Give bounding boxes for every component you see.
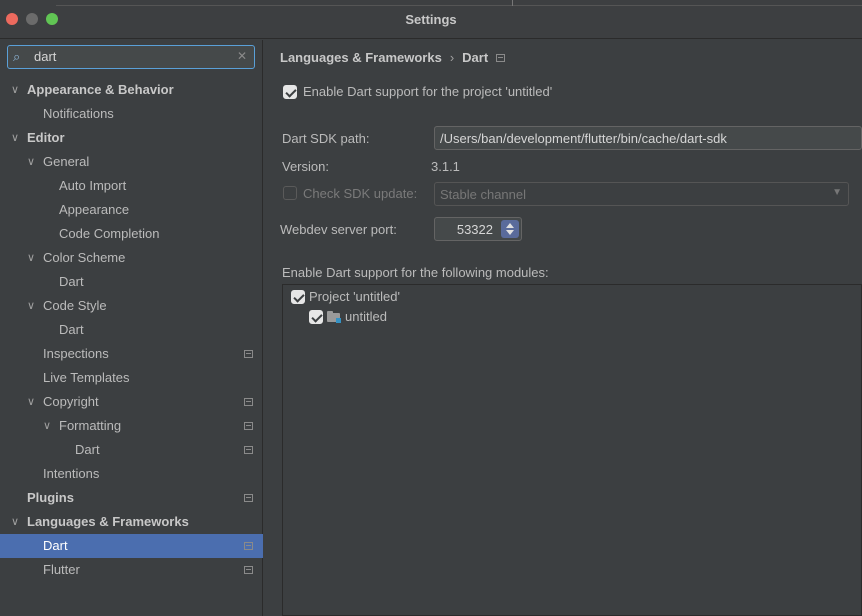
enable-dart-label[interactable]: Enable Dart support for the project 'unt…	[303, 84, 552, 99]
increment-icon[interactable]	[506, 223, 514, 228]
chevron-down-icon[interactable]: ∨	[27, 246, 35, 270]
tree-item-dart[interactable]: Dart	[0, 534, 263, 558]
chevron-down-icon[interactable]: ∨	[11, 126, 19, 150]
tree-item-appearance-behavior[interactable]: ∨ Appearance & Behavior	[0, 78, 263, 102]
chevron-down-icon[interactable]: ∨	[27, 294, 35, 318]
enable-dart-checkbox[interactable]	[283, 85, 297, 99]
tree-item-appearance[interactable]: Appearance	[0, 198, 263, 222]
settings-tree: ∨ Appearance & Behavior Notifications ∨ …	[0, 78, 263, 582]
version-value: 3.1.1	[431, 159, 460, 174]
modules-tree: Project 'untitled' untitled	[282, 284, 862, 616]
tree-item-label: Flutter	[43, 562, 80, 577]
tree-item-label: General	[43, 154, 90, 169]
webdev-port-value: 53322	[456, 222, 493, 237]
project-scope-icon	[244, 494, 253, 502]
project-module-checkbox[interactable]	[291, 290, 305, 304]
project-module-label[interactable]: Project 'untitled'	[309, 289, 400, 304]
tree-item-flutter[interactable]: Flutter	[0, 558, 263, 582]
spinner-buttons[interactable]	[501, 220, 519, 238]
tree-item-label: Dart	[43, 538, 68, 553]
decrement-icon[interactable]	[506, 230, 514, 235]
chevron-down-icon[interactable]: ∨	[11, 510, 19, 534]
untitled-module-checkbox[interactable]	[309, 310, 323, 324]
tree-item-general[interactable]: ∨ General	[0, 150, 263, 174]
tree-item-code-style-dart[interactable]: Dart	[0, 318, 263, 342]
tree-item-label: Auto Import	[59, 178, 127, 193]
tree-item-label: Code Completion	[59, 226, 160, 241]
modules-label: Enable Dart support for the following mo…	[282, 265, 549, 280]
tree-item-label: Copyright	[43, 394, 99, 409]
chevron-down-icon[interactable]: ∨	[43, 414, 51, 438]
search-box[interactable]: ⌕ ✕	[7, 45, 255, 69]
tree-item-formatting[interactable]: ∨ Formatting	[0, 414, 263, 438]
tree-item-label: Editor	[27, 130, 65, 145]
tree-item-plugins[interactable]: Plugins	[0, 486, 263, 510]
search-input[interactable]	[34, 49, 234, 64]
tree-item-color-scheme-dart[interactable]: Dart	[0, 270, 263, 294]
tree-item-label: Dart	[59, 322, 84, 337]
tree-item-color-scheme[interactable]: ∨ Color Scheme	[0, 246, 263, 270]
project-scope-icon	[244, 422, 253, 430]
tree-item-formatting-dart[interactable]: Dart	[0, 438, 263, 462]
tree-item-code-style[interactable]: ∨ Code Style	[0, 294, 263, 318]
sdk-path-value: /Users/ban/development/flutter/bin/cache…	[440, 131, 727, 146]
title-bar: Settings	[0, 0, 862, 39]
untitled-module-label[interactable]: untitled	[345, 309, 387, 324]
settings-sidebar: ⌕ ✕ ∨ Appearance & Behavior Notification…	[0, 40, 263, 616]
tree-item-label: Code Style	[43, 298, 107, 313]
chevron-down-icon: ▼	[832, 187, 842, 198]
tree-item-code-completion[interactable]: Code Completion	[0, 222, 263, 246]
chevron-down-icon[interactable]: ∨	[27, 390, 35, 414]
tree-item-label: Inspections	[43, 346, 109, 361]
tree-item-label: Appearance & Behavior	[27, 82, 174, 97]
breadcrumb-current: Dart	[462, 50, 489, 65]
version-label: Version:	[282, 159, 329, 174]
tree-item-inspections[interactable]: Inspections	[0, 342, 263, 366]
project-scope-icon	[244, 350, 253, 358]
breadcrumb: Languages & Frameworks › Dart	[280, 50, 506, 65]
tree-item-label: Appearance	[59, 202, 130, 217]
webdev-port-label: Webdev server port:	[280, 222, 397, 237]
sdk-path-input[interactable]: /Users/ban/development/flutter/bin/cache…	[434, 126, 862, 150]
tree-item-live-templates[interactable]: Live Templates	[0, 366, 263, 390]
chevron-down-icon[interactable]: ∨	[11, 78, 19, 102]
tree-item-copyright[interactable]: ∨ Copyright	[0, 390, 263, 414]
update-channel-select[interactable]: Stable channel ▼	[434, 182, 849, 206]
clear-icon[interactable]: ✕	[237, 49, 247, 63]
sdk-path-label: Dart SDK path:	[282, 131, 370, 146]
tree-item-intentions[interactable]: Intentions	[0, 462, 263, 486]
webdev-port-spinner[interactable]: 53322	[434, 217, 522, 241]
project-scope-icon	[244, 446, 253, 454]
search-icon[interactable]: ⌕	[13, 49, 20, 65]
check-sdk-update-checkbox[interactable]	[283, 186, 297, 200]
window-title: Settings	[405, 12, 457, 27]
project-scope-icon	[244, 566, 253, 574]
tree-item-label: Dart	[75, 442, 100, 457]
tree-item-editor[interactable]: ∨ Editor	[0, 126, 263, 150]
module-folder-icon	[327, 311, 341, 323]
tree-item-label: Plugins	[27, 490, 74, 505]
update-channel-value: Stable channel	[440, 187, 527, 202]
title-bar-divider	[56, 0, 862, 6]
breadcrumb-separator: ›	[449, 50, 455, 65]
tree-item-languages-frameworks[interactable]: ∨ Languages & Frameworks	[0, 510, 263, 534]
tree-item-label: Intentions	[43, 466, 100, 481]
tree-item-label: Dart	[59, 274, 84, 289]
tree-item-label: Formatting	[59, 418, 122, 433]
tree-item-notifications[interactable]: Notifications	[0, 102, 263, 126]
settings-content: Languages & Frameworks › Dart Enable Dart …	[264, 40, 862, 616]
chevron-down-icon[interactable]: ∨	[27, 150, 35, 174]
tree-item-auto-import[interactable]: Auto Import	[0, 174, 263, 198]
check-sdk-update-label: Check SDK update:	[303, 186, 418, 201]
project-scope-icon	[244, 542, 253, 550]
project-scope-icon	[496, 54, 506, 62]
breadcrumb-parent[interactable]: Languages & Frameworks	[280, 50, 442, 65]
tree-item-label: Notifications	[43, 106, 114, 121]
tree-item-label: Languages & Frameworks	[27, 514, 189, 529]
title-bar-tick	[512, 0, 513, 6]
tree-item-label: Color Scheme	[43, 250, 126, 265]
project-scope-icon	[244, 398, 253, 406]
tree-item-label: Live Templates	[43, 370, 130, 385]
